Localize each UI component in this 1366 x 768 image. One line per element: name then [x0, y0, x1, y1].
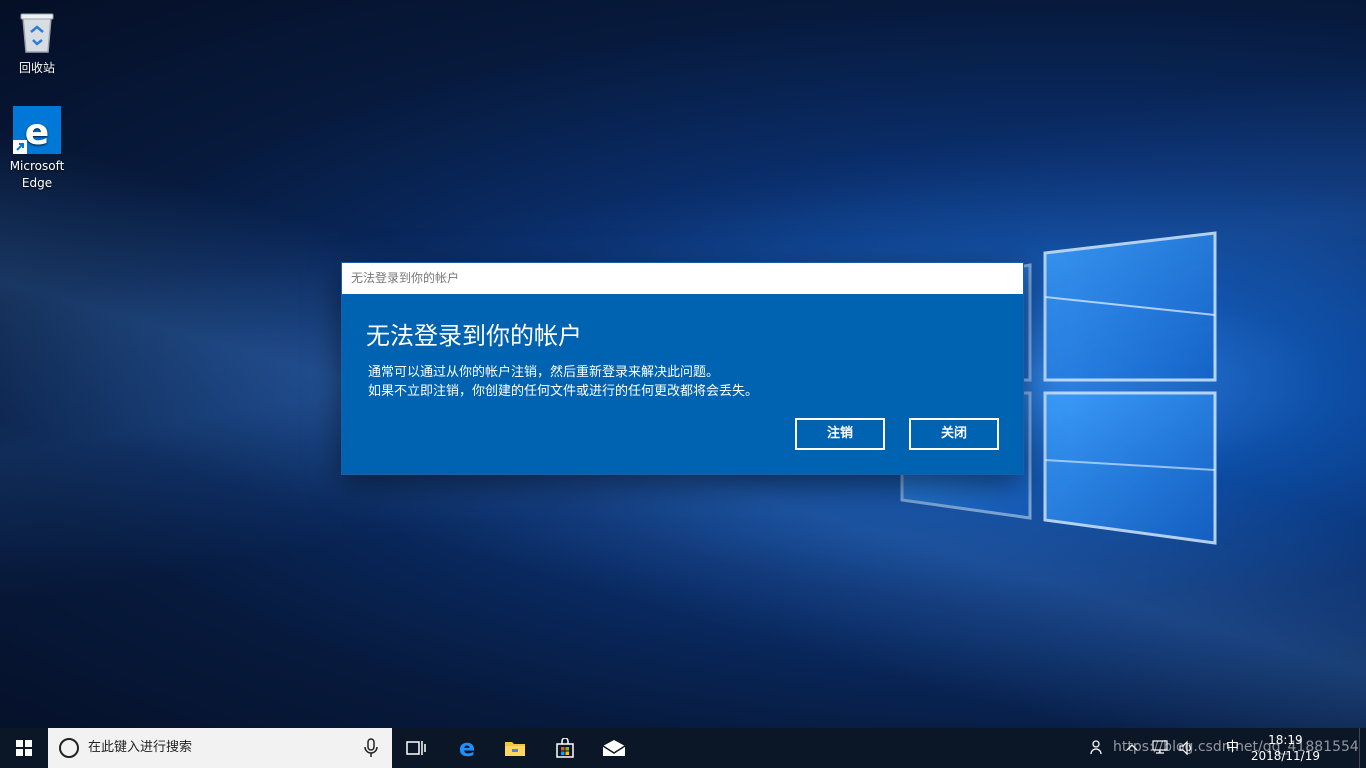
taskbar-search-box[interactable]: 在此键入进行搜索 — [48, 728, 392, 768]
desktop-icon-recycle-bin[interactable]: 回收站 — [1, 8, 73, 77]
task-view-button[interactable] — [392, 728, 440, 768]
taskbar-mail[interactable] — [590, 728, 638, 768]
show-desktop-button[interactable] — [1359, 728, 1366, 768]
mail-icon — [602, 740, 626, 756]
taskbar-file-explorer[interactable] — [491, 728, 539, 768]
people-icon[interactable] — [1090, 739, 1106, 755]
cortana-icon — [59, 738, 79, 758]
svg-text:e: e — [25, 112, 49, 153]
windows-logo-icon — [16, 740, 32, 756]
task-view-icon — [406, 741, 426, 755]
desktop-icon-label: Microsoft Edge — [9, 159, 65, 190]
dialog-titlebar: 无法登录到你的帐户 — [342, 263, 1023, 294]
taskbar-store[interactable] — [541, 728, 589, 768]
edge-icon: e — [13, 106, 61, 154]
dialog-message-line-1: 通常可以通过从你的帐户注销，然后重新登录来解决此问题。 — [368, 365, 720, 380]
desktop-icon-label: 回收站 — [18, 61, 55, 75]
recycle-bin-icon — [13, 8, 61, 56]
close-button[interactable]: 关闭 — [909, 418, 999, 450]
watermark: https://blog.csdn.net/qq_41881554 — [1113, 739, 1359, 755]
edge-icon: e — [459, 736, 475, 760]
start-button[interactable] — [0, 728, 48, 768]
desktop-icon-edge[interactable]: e Microsoft Edge — [1, 106, 73, 192]
sign-in-error-dialog: 无法登录到你的帐户 无法登录到你的帐户 通常可以通过从你的帐户注销，然后重新登录… — [342, 263, 1023, 474]
search-placeholder: 在此键入进行搜索 — [88, 740, 193, 755]
file-explorer-icon — [505, 742, 525, 756]
microphone-icon[interactable] — [362, 738, 380, 758]
svg-text:e: e — [459, 736, 475, 760]
dialog-heading: 无法登录到你的帐户 — [366, 322, 582, 350]
dialog-message-line-2: 如果不立即注销，你创建的任何文件或进行的任何更改都将会丢失。 — [368, 384, 759, 399]
dialog-message: 通常可以通过从你的帐户注销，然后重新登录来解决此问题。 如果不立即注销，你创建的… — [368, 363, 1023, 401]
store-icon — [556, 738, 574, 758]
sign-out-button[interactable]: 注销 — [795, 418, 885, 450]
taskbar-edge[interactable]: e — [443, 728, 491, 768]
